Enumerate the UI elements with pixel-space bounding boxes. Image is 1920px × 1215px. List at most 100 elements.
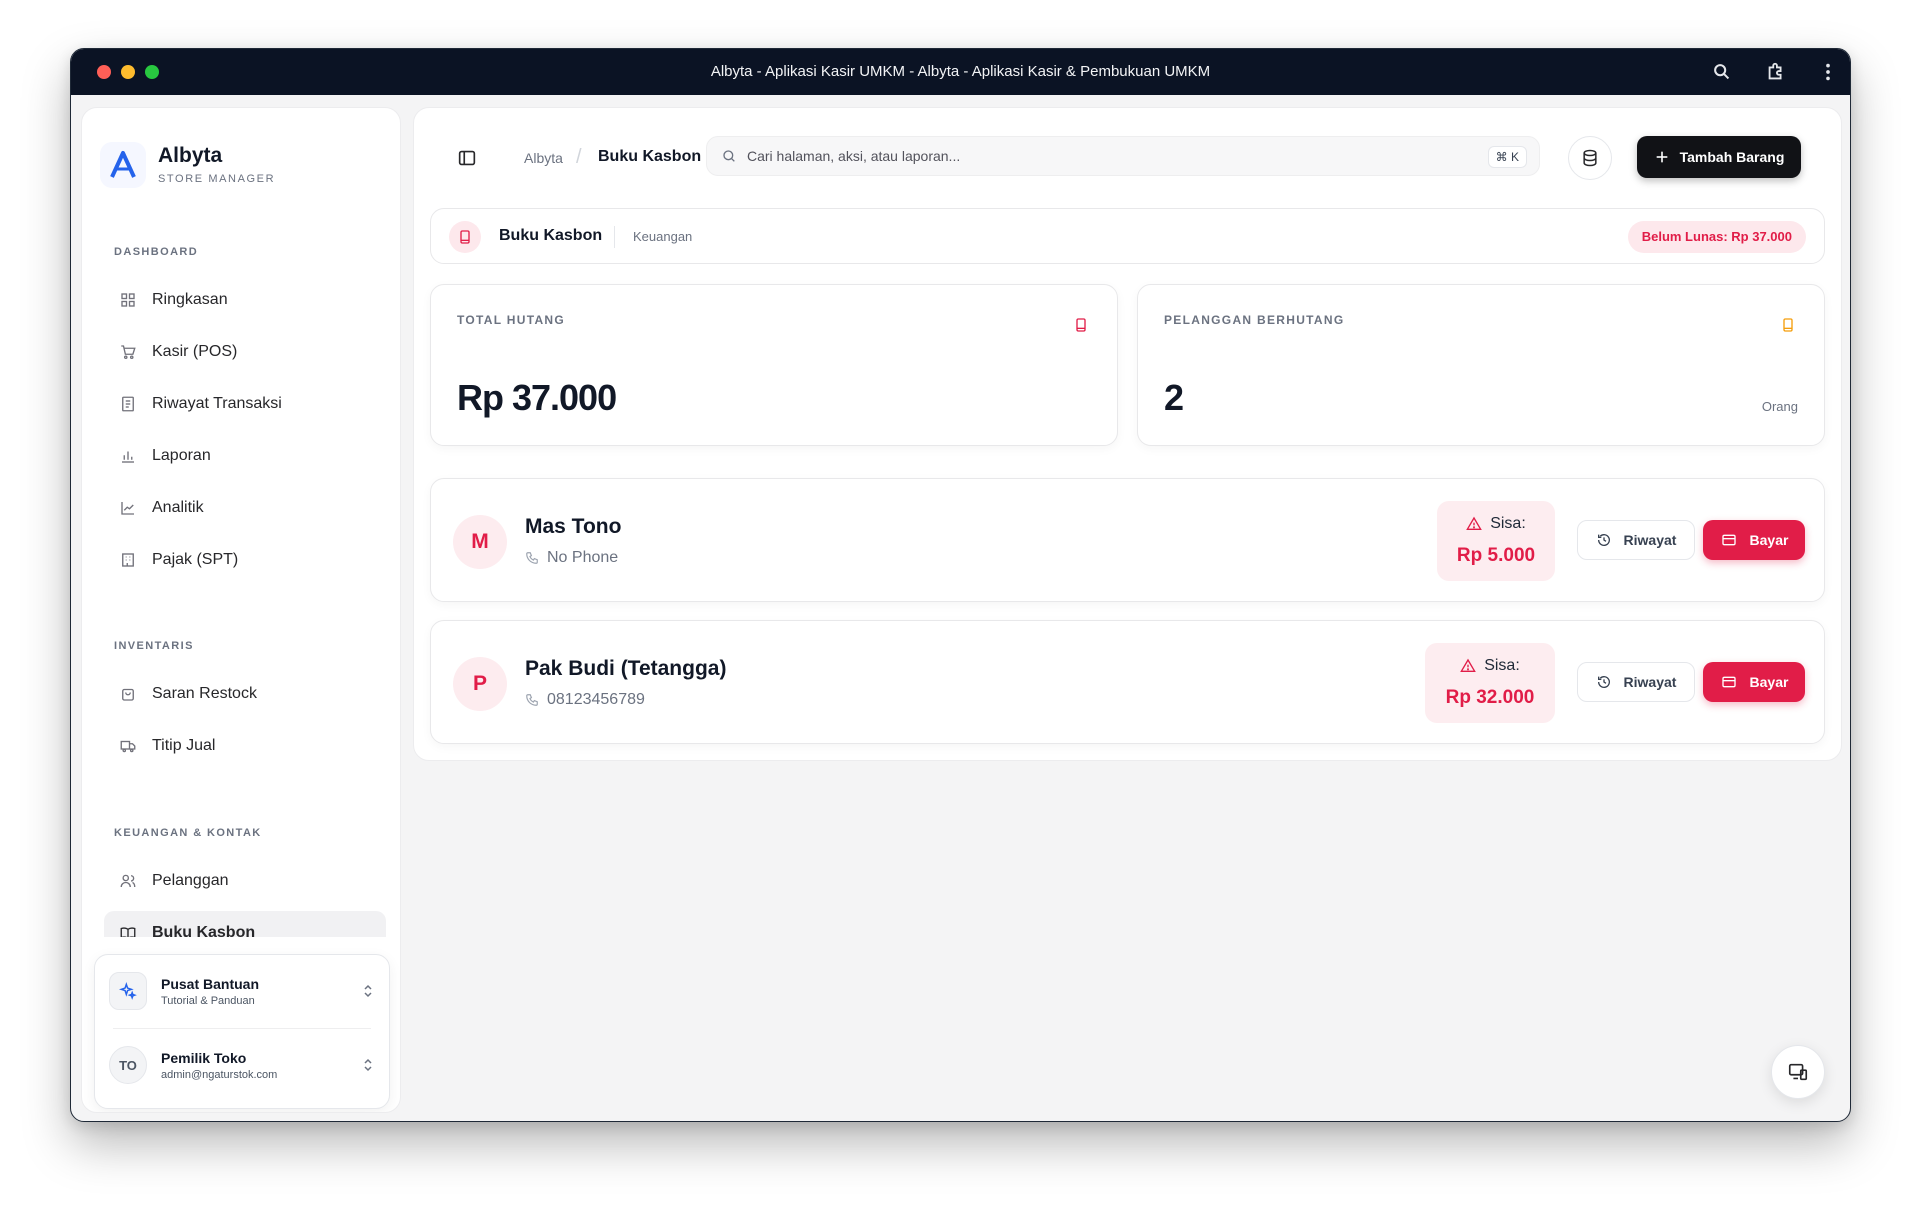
remaining-value: Rp 32.000	[1445, 687, 1535, 708]
cart-icon	[118, 342, 138, 362]
history-button[interactable]: Riwayat	[1577, 662, 1695, 702]
credit-card-icon	[1721, 534, 1736, 546]
device-switch-button[interactable]	[1771, 1045, 1825, 1099]
debtor-phone: No Phone	[525, 549, 618, 567]
page-title: Buku Kasbon	[499, 227, 603, 244]
sidebar-item-label: Laporan	[152, 447, 211, 464]
sidebar-item-label: Pelanggan	[152, 872, 229, 889]
stat-value: 2	[1164, 377, 1184, 418]
building-icon	[118, 550, 138, 570]
book-icon	[118, 923, 138, 937]
search-icon	[723, 150, 735, 162]
brand-subtitle: STORE MANAGER	[158, 173, 276, 185]
sidebar-item-label: Buku Kasbon	[152, 924, 256, 937]
search-placeholder: Cari halaman, aksi, atau laporan...	[747, 148, 961, 164]
status-badge: Belum Lunas: Rp 37.000	[1627, 221, 1806, 253]
sidebar-item-laporan[interactable]: Laporan	[104, 434, 386, 478]
window-title: Albyta - Aplikasi Kasir UMKM - Albyta - …	[710, 63, 1211, 80]
sidebar-item-analitik[interactable]: Analitik	[104, 486, 386, 530]
phone-text: 08123456789	[547, 691, 645, 708]
sidebar-item-pelanggan[interactable]: Pelanggan	[104, 859, 386, 903]
history-icon	[1597, 676, 1610, 688]
sidebar-item-label: Analitik	[152, 499, 204, 516]
grid-icon	[118, 290, 138, 310]
avatar: P	[453, 657, 507, 711]
pay-label: Bayar	[1749, 674, 1789, 690]
database-icon	[1583, 149, 1597, 167]
history-icon	[1597, 534, 1610, 546]
sidebar-item-label: Saran Restock	[152, 685, 257, 702]
sidebar-item-kasir[interactable]: Kasir (POS)	[104, 330, 386, 374]
phone-icon	[526, 694, 538, 706]
history-label: Riwayat	[1623, 674, 1677, 690]
extension-icon[interactable]	[1765, 61, 1787, 83]
remaining-balance: Sisa: Rp 5.000	[1437, 501, 1555, 581]
truck-icon	[118, 736, 138, 756]
search-shortcut: ⌘ K	[1487, 146, 1527, 168]
help-center-button[interactable]: Pusat Bantuan Tutorial & Panduan	[109, 961, 375, 1021]
sidebar-item-ringkasan[interactable]: Ringkasan	[104, 278, 386, 322]
pay-button[interactable]: Bayar	[1703, 520, 1805, 560]
brand-logo	[100, 142, 146, 188]
book-icon	[1783, 318, 1793, 332]
user-name: Pemilik Toko	[161, 1049, 247, 1066]
section-title-keuangan: KEUANGAN & KONTAK	[114, 827, 262, 839]
breadcrumb-separator: /	[576, 146, 582, 168]
avatar: TO	[109, 1046, 147, 1084]
add-item-button[interactable]: Tambah Barang	[1637, 136, 1801, 178]
sidebar-item-saran-restock[interactable]: Saran Restock	[104, 672, 386, 716]
devices-icon	[1788, 1063, 1808, 1081]
sidebar-item-pajak[interactable]: Pajak (SPT)	[104, 538, 386, 582]
database-button[interactable]	[1568, 136, 1612, 180]
debtor-phone: 08123456789	[525, 691, 645, 709]
breadcrumb-root[interactable]: Albyta	[524, 150, 563, 166]
sparkles-icon	[109, 972, 147, 1010]
remaining-label: Sisa:	[1490, 515, 1526, 532]
remaining-balance: Sisa: Rp 32.000	[1425, 643, 1555, 723]
header-divider	[614, 226, 615, 248]
users-icon	[118, 871, 138, 891]
stat-label: TOTAL HUTANG	[457, 313, 566, 327]
sidebar-item-buku-kasbon[interactable]: Buku Kasbon	[104, 911, 386, 937]
zoom-icon[interactable]	[1711, 61, 1733, 83]
main-content: Albyta / Buku Kasbon Cari halaman, aksi,…	[413, 107, 1842, 761]
sidebar-item-riwayat-transaksi[interactable]: Riwayat Transaksi	[104, 382, 386, 426]
stat-card-total-hutang: TOTAL HUTANG Rp 37.000	[430, 284, 1118, 446]
remaining-value: Rp 5.000	[1456, 545, 1536, 566]
pay-label: Bayar	[1749, 532, 1789, 548]
logo-icon	[110, 151, 136, 178]
help-title: Pusat Bantuan	[161, 975, 260, 992]
sidebar: Albyta STORE MANAGER DASHBOARD Ringkasan…	[81, 107, 401, 1113]
stat-value: Rp 37.000	[457, 377, 617, 418]
add-item-label: Tambah Barang	[1679, 149, 1785, 165]
sidebar-item-titip-jual[interactable]: Titip Jual	[104, 724, 386, 768]
phone-icon	[526, 552, 538, 564]
history-label: Riwayat	[1623, 532, 1677, 548]
stat-unit: Orang	[1761, 399, 1798, 414]
user-menu-button[interactable]: TO Pemilik Toko admin@ngaturstok.com	[109, 1035, 375, 1095]
search-input[interactable]: Cari halaman, aksi, atau laporan... ⌘ K	[706, 136, 1540, 176]
breadcrumb-current: Buku Kasbon	[598, 148, 702, 165]
sidebar-nav-scroll[interactable]: Albyta STORE MANAGER DASHBOARD Ringkasan…	[82, 108, 400, 937]
user-email: admin@ngaturstok.com	[161, 1068, 278, 1081]
debtor-name: Pak Budi (Tetangga)	[525, 657, 727, 680]
pay-button[interactable]: Bayar	[1703, 662, 1805, 702]
brand-name: Albyta	[158, 144, 223, 167]
sidebar-item-label: Kasir (POS)	[152, 343, 238, 360]
help-subtitle: Tutorial & Panduan	[161, 994, 255, 1007]
sidebar-toggle-icon[interactable]	[456, 147, 478, 169]
phone-text: No Phone	[547, 549, 619, 566]
app-window: Albyta - Aplikasi Kasir UMKM - Albyta - …	[70, 48, 1851, 1122]
more-options-icon[interactable]	[1817, 61, 1839, 83]
history-button[interactable]: Riwayat	[1577, 520, 1695, 560]
footer-divider	[113, 1028, 371, 1029]
sidebar-footer: Pusat Bantuan Tutorial & Panduan TO Pemi…	[94, 954, 390, 1109]
list-item: M Mas Tono No Phone Sisa: Rp 5.000 Riway…	[430, 478, 1825, 602]
chevron-up-down-icon	[364, 984, 372, 998]
chevron-up-down-icon	[364, 1058, 372, 1072]
receipt-icon	[118, 394, 138, 414]
credit-card-icon	[1721, 676, 1736, 688]
avatar: M	[453, 515, 507, 569]
list-item: P Pak Budi (Tetangga) 08123456789 Sisa: …	[430, 620, 1825, 744]
warning-icon	[1460, 658, 1477, 672]
